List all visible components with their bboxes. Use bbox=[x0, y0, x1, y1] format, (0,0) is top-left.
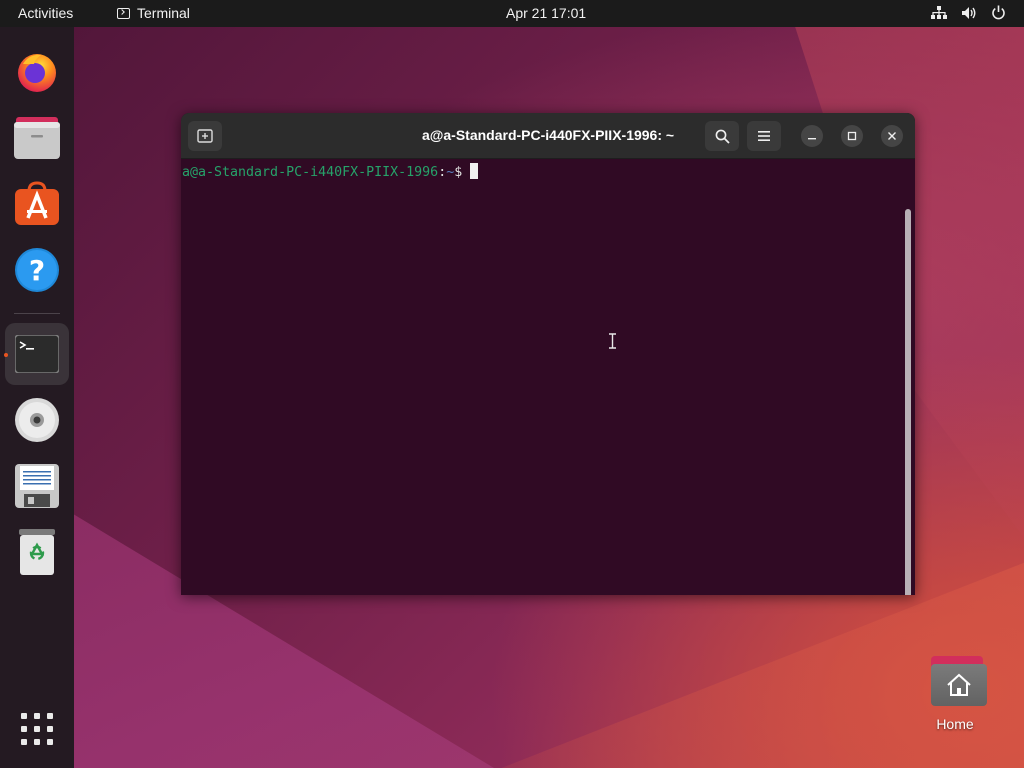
terminal-icon bbox=[117, 7, 130, 19]
trash-icon bbox=[19, 529, 55, 575]
close-icon bbox=[888, 132, 896, 140]
top-bar: Activities Terminal Apr 21 17:01 bbox=[0, 0, 1024, 27]
dock-item-firefox[interactable] bbox=[5, 41, 69, 103]
terminal-cursor bbox=[470, 163, 479, 179]
prompt-separator: : bbox=[438, 165, 447, 180]
desktop-icon-home[interactable]: Home bbox=[922, 656, 988, 732]
dock-item-software[interactable] bbox=[5, 173, 69, 235]
menu-button[interactable] bbox=[747, 121, 781, 151]
minimize-button[interactable] bbox=[801, 125, 823, 147]
running-indicator bbox=[4, 353, 8, 357]
dock-item-installer[interactable] bbox=[5, 455, 69, 517]
activities-button[interactable]: Activities bbox=[18, 5, 73, 21]
dock-separator bbox=[14, 313, 60, 314]
help-icon: ? bbox=[15, 248, 59, 292]
terminal-icon bbox=[15, 335, 59, 373]
cd-icon bbox=[15, 398, 59, 442]
dock-item-terminal[interactable] bbox=[5, 323, 69, 385]
terminal-content[interactable]: a@a-Standard-PC-i440FX-PIIX-1996:~$ bbox=[181, 159, 915, 595]
grid-icon bbox=[21, 713, 27, 719]
close-button[interactable] bbox=[881, 125, 903, 147]
files-icon bbox=[14, 117, 60, 159]
search-button[interactable] bbox=[705, 121, 739, 151]
scrollbar[interactable] bbox=[905, 209, 911, 595]
prompt-userhost: a@a-Standard-PC-i440FX-PIIX-1996 bbox=[182, 165, 439, 180]
dock-item-help[interactable]: ? bbox=[5, 239, 69, 301]
system-tray[interactable] bbox=[931, 5, 1006, 20]
dock-item-disc[interactable] bbox=[5, 389, 69, 451]
show-applications-button[interactable] bbox=[21, 713, 53, 745]
house-icon bbox=[947, 673, 971, 696]
terminal-window[interactable]: a@a-Standard-PC-i440FX-PIIX-1996: ~ a@a-… bbox=[181, 113, 915, 595]
maximize-icon bbox=[847, 131, 857, 141]
terminal-headerbar[interactable]: a@a-Standard-PC-i440FX-PIIX-1996: ~ bbox=[181, 113, 915, 159]
dock-item-files[interactable] bbox=[5, 107, 69, 169]
dock-item-trash[interactable] bbox=[5, 521, 69, 583]
app-store-icon bbox=[15, 181, 59, 225]
app-menu[interactable]: Terminal bbox=[117, 5, 190, 21]
home-folder-icon bbox=[927, 656, 987, 706]
floppy-icon bbox=[15, 464, 59, 508]
maximize-button[interactable] bbox=[841, 125, 863, 147]
prompt-symbol: $ bbox=[454, 165, 463, 180]
volume-icon[interactable] bbox=[961, 6, 977, 20]
home-label: Home bbox=[936, 716, 974, 732]
app-menu-label: Terminal bbox=[137, 5, 190, 21]
clock[interactable]: Apr 21 17:01 bbox=[506, 5, 586, 21]
search-icon bbox=[715, 129, 730, 144]
minimize-icon bbox=[808, 138, 816, 140]
svg-text:?: ? bbox=[29, 254, 45, 287]
power-icon[interactable] bbox=[991, 5, 1006, 20]
i-beam-cursor-icon bbox=[609, 333, 616, 349]
prompt-line: a@a-Standard-PC-i440FX-PIIX-1996:~$ bbox=[182, 163, 479, 180]
dock: ? bbox=[0, 27, 74, 768]
firefox-icon bbox=[18, 54, 56, 92]
network-icon[interactable] bbox=[931, 5, 947, 20]
hamburger-menu-icon bbox=[758, 131, 770, 141]
